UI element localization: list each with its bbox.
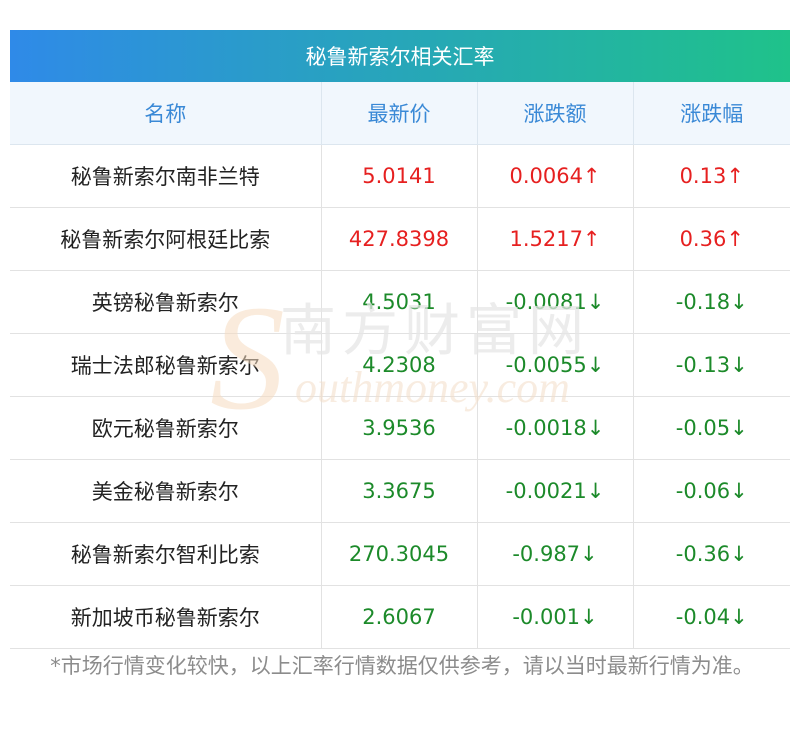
cell-price: 4.2308 bbox=[321, 333, 478, 397]
cell-price: 2.6067 bbox=[321, 585, 478, 649]
cell-price: 3.3675 bbox=[321, 459, 478, 523]
table-row: 新加坡币秘鲁新索尔 2.6067 -0.001↓ -0.04↓ bbox=[10, 585, 790, 649]
cell-change-pct: 0.13↑ bbox=[633, 144, 790, 208]
cell-change-pct: -0.36↓ bbox=[633, 522, 790, 586]
cell-price: 427.8398 bbox=[321, 207, 478, 271]
disclaimer-note: *市场行情变化较快，以上汇率行情数据仅供参考，请以当时最新行情为准。 bbox=[50, 654, 754, 678]
cell-name: 秘鲁新索尔阿根廷比索 bbox=[10, 207, 322, 271]
table-title: 秘鲁新索尔相关汇率 bbox=[10, 30, 790, 82]
table-row: 秘鲁新索尔南非兰特 5.0141 0.0064↑ 0.13↑ bbox=[10, 144, 790, 208]
cell-change: 0.0064↑ bbox=[477, 144, 634, 208]
cell-change: -0.0055↓ bbox=[477, 333, 634, 397]
cell-price: 3.9536 bbox=[321, 396, 478, 460]
cell-change: 1.5217↑ bbox=[477, 207, 634, 271]
header-name: 名称 bbox=[10, 82, 322, 145]
cell-change: -0.0081↓ bbox=[477, 270, 634, 334]
cell-name: 秘鲁新索尔南非兰特 bbox=[10, 144, 322, 208]
header-price: 最新价 bbox=[321, 82, 478, 145]
table-row: 瑞士法郎秘鲁新索尔 4.2308 -0.0055↓ -0.13↓ bbox=[10, 333, 790, 397]
table-row: 英镑秘鲁新索尔 4.5031 -0.0081↓ -0.18↓ bbox=[10, 270, 790, 334]
cell-name: 英镑秘鲁新索尔 bbox=[10, 270, 322, 334]
cell-price: 4.5031 bbox=[321, 270, 478, 334]
cell-price: 270.3045 bbox=[321, 522, 478, 586]
rates-table: 名称 最新价 涨跌额 涨跌幅 秘鲁新索尔南非兰特 5.0141 0.0064↑ 0.1… bbox=[10, 82, 790, 649]
cell-change-pct: -0.06↓ bbox=[633, 459, 790, 523]
table-row: 秘鲁新索尔阿根廷比索 427.8398 1.5217↑ 0.36↑ bbox=[10, 207, 790, 271]
cell-change-pct: -0.04↓ bbox=[633, 585, 790, 649]
cell-change-pct: -0.05↓ bbox=[633, 396, 790, 460]
header-row: 名称 最新价 涨跌额 涨跌幅 bbox=[10, 82, 790, 145]
rates-table-container: 秘鲁新索尔相关汇率 名称 最新价 涨跌额 涨跌幅 秘鲁新索尔南非兰特 5.0141… bbox=[10, 30, 790, 649]
cell-name: 新加坡币秘鲁新索尔 bbox=[10, 585, 322, 649]
header-change: 涨跌额 bbox=[477, 82, 634, 145]
table-body: 秘鲁新索尔南非兰特 5.0141 0.0064↑ 0.13↑ 秘鲁新索尔阿根廷比索 427… bbox=[10, 144, 790, 649]
cell-name: 秘鲁新索尔智利比索 bbox=[10, 522, 322, 586]
cell-change: -0.987↓ bbox=[477, 522, 634, 586]
table-row: 美金秘鲁新索尔 3.3675 -0.0021↓ -0.06↓ bbox=[10, 459, 790, 523]
table-row: 欧元秘鲁新索尔 3.9536 -0.0018↓ -0.05↓ bbox=[10, 396, 790, 460]
cell-change-pct: -0.13↓ bbox=[633, 333, 790, 397]
cell-name: 美金秘鲁新索尔 bbox=[10, 459, 322, 523]
cell-price: 5.0141 bbox=[321, 144, 478, 208]
cell-change: -0.0021↓ bbox=[477, 459, 634, 523]
cell-name: 瑞士法郎秘鲁新索尔 bbox=[10, 333, 322, 397]
cell-name: 欧元秘鲁新索尔 bbox=[10, 396, 322, 460]
cell-change: -0.001↓ bbox=[477, 585, 634, 649]
table-row: 秘鲁新索尔智利比索 270.3045 -0.987↓ -0.36↓ bbox=[10, 522, 790, 586]
cell-change-pct: 0.36↑ bbox=[633, 207, 790, 271]
header-change-pct: 涨跌幅 bbox=[633, 82, 790, 145]
cell-change: -0.0018↓ bbox=[477, 396, 634, 460]
cell-change-pct: -0.18↓ bbox=[633, 270, 790, 334]
